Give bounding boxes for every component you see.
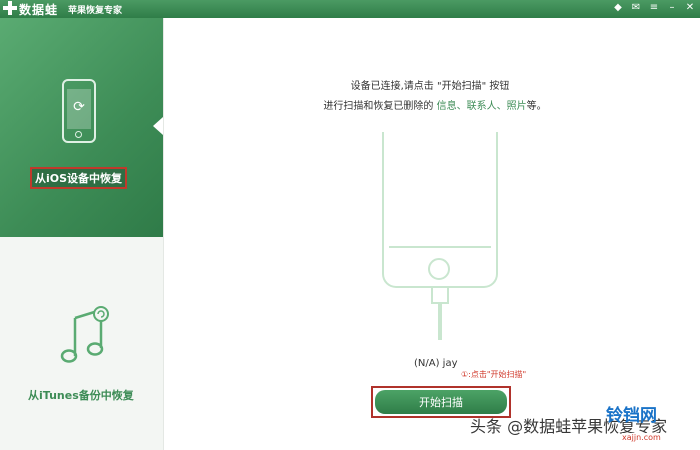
instruction-line-1: 设备已连接,请点击 "开始扫描" 按钮 — [350, 81, 510, 92]
close-icon[interactable]: ✕ — [684, 2, 696, 14]
app-subtitle: 苹果恢复专家 — [68, 6, 123, 16]
app-title: 数据蛙 — [19, 3, 59, 17]
start-scan-button[interactable]: 开始扫描 — [375, 390, 507, 414]
home-button-icon — [428, 258, 450, 280]
app-logo-icon — [3, 1, 17, 15]
data-types-highlight: 信息、联系人、照片 — [436, 101, 527, 112]
message-icon[interactable]: ✉ — [630, 2, 642, 14]
usb-connector-icon — [431, 286, 449, 304]
device-name: (N/A) jay — [414, 358, 458, 369]
minimize-icon[interactable]: – — [666, 2, 678, 14]
phone-restore-icon: ⟳ — [62, 79, 96, 143]
window-controls: ◆ ✉ ≡ – ✕ — [612, 2, 696, 14]
sidebar-item-label: 从iOS设备中恢复 — [30, 167, 128, 189]
instruction-suffix: 等。 — [526, 101, 547, 112]
sidebar: ⟳ 从iOS设备中恢复 从iTunes备份中恢复 — [0, 18, 164, 450]
sidebar-item-ios-recovery[interactable]: ⟳ 从iOS设备中恢复 — [0, 18, 163, 237]
active-indicator-arrow — [153, 117, 163, 135]
watermark-logo: 铃铛网 — [606, 406, 657, 426]
annotation-note: ①:点击"开始扫描" — [461, 370, 527, 379]
diamond-icon[interactable]: ◆ — [612, 2, 624, 14]
title-bar: 数据蛙 苹果恢复专家 ◆ ✉ ≡ – ✕ — [0, 0, 700, 18]
instruction-prefix: 进行扫描和恢复已删除的 — [323, 101, 437, 112]
sidebar-item-label: 从iTunes备份中恢复 — [28, 389, 134, 402]
menu-icon[interactable]: ≡ — [648, 2, 660, 14]
phone-screen-edge — [389, 246, 491, 248]
instruction-line-2: 进行扫描和恢复已删除的 信息、联系人、照片等。 — [285, 97, 585, 112]
usb-cable — [438, 304, 442, 340]
music-note-icon — [60, 306, 109, 363]
watermark-url: xajjn.com — [622, 433, 661, 442]
